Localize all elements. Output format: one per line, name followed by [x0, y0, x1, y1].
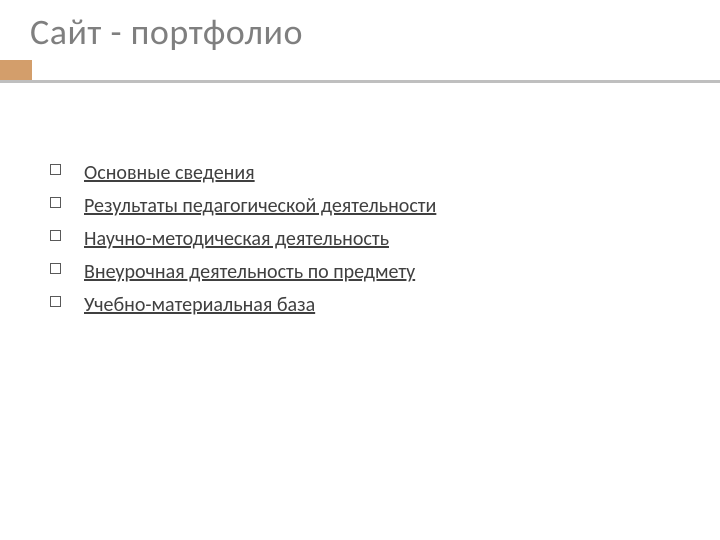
list-item: Основные сведения: [50, 160, 670, 187]
list-item-link[interactable]: Результаты педагогической деятельности: [84, 194, 436, 218]
square-bullet-icon: [50, 164, 61, 175]
list-item: Результаты педагогической деятельности: [50, 193, 670, 220]
slide: Сайт - портфолио Основные сведения Резул…: [0, 0, 720, 540]
divider-line: [0, 80, 720, 83]
square-bullet-icon: [50, 197, 61, 208]
list-item: Научно-методическая деятельность: [50, 226, 670, 253]
square-bullet-icon: [50, 263, 61, 274]
square-bullet-icon: [50, 296, 61, 307]
title-divider: [0, 60, 720, 88]
list-item-link[interactable]: Основные сведения: [84, 161, 255, 185]
list-item: Внеурочная деятельность по предмету: [50, 259, 670, 286]
bullet-list: Основные сведения Результаты педагогичес…: [50, 160, 670, 319]
content-area: Основные сведения Результаты педагогичес…: [50, 160, 670, 325]
list-item-link[interactable]: Внеурочная деятельность по предмету: [84, 260, 415, 284]
square-bullet-icon: [50, 230, 61, 241]
list-item-link[interactable]: Учебно-материальная база: [84, 293, 315, 317]
page-title: Сайт - портфолио: [30, 10, 303, 54]
list-item: Учебно-материальная база: [50, 292, 670, 319]
list-item-link[interactable]: Научно-методическая деятельность: [84, 227, 389, 251]
accent-block: [0, 60, 32, 80]
